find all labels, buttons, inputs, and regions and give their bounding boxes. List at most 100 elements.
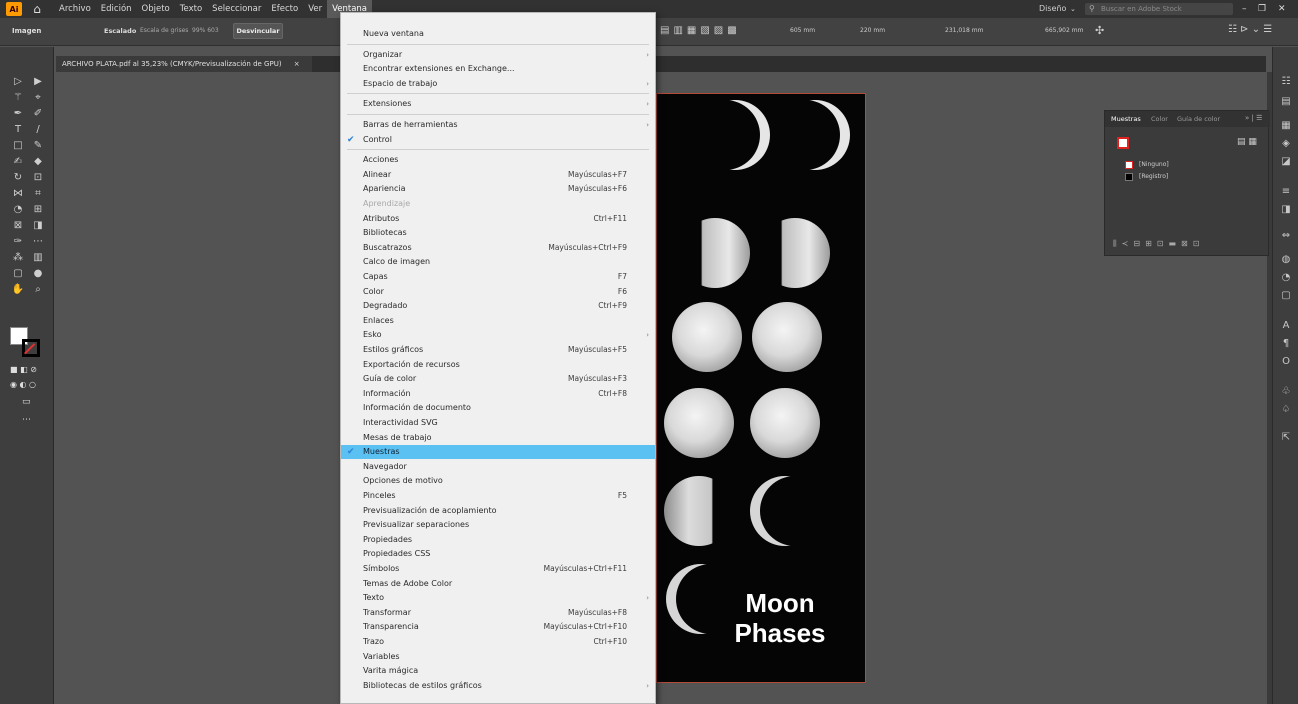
menu-item[interactable]: Transformar Mayúsculas+F8 <box>341 606 655 620</box>
fill-stroke-preview[interactable] <box>1117 137 1129 149</box>
menu-item[interactable]: Extensiones › <box>341 97 655 111</box>
workspace-switcher[interactable]: Diseño <box>1039 0 1066 18</box>
menu-item[interactable]: Calco de imagen <box>341 255 655 269</box>
view-toggle-icons[interactable]: ▤ ▦ <box>1237 137 1257 147</box>
menu-item[interactable]: ✔ Muestras <box>341 445 655 460</box>
menu-item[interactable]: Previsualizar separaciones <box>341 518 655 532</box>
menu-edicion[interactable]: Edición <box>96 0 137 18</box>
slice-tool-icon[interactable]: ● <box>28 267 48 280</box>
menu-item[interactable]: Encontrar extensiones en Exchange... <box>341 62 655 76</box>
menu-item[interactable]: Exportación de recursos <box>341 358 655 372</box>
menu-item[interactable]: Variables <box>341 650 655 664</box>
properties-icon[interactable]: ☷ <box>1278 75 1294 89</box>
artboards-icon[interactable]: ▢ <box>1278 289 1294 303</box>
line-tool-icon[interactable]: / <box>28 123 48 136</box>
rectangle-tool-icon[interactable]: □ <box>8 139 28 152</box>
pen-tool-icon[interactable]: ✒ <box>8 107 28 120</box>
type-tool-icon[interactable]: T <box>8 123 28 136</box>
menu-item[interactable]: Barras de herramientas › <box>341 118 655 132</box>
menu-efecto[interactable]: Efecto <box>266 0 303 18</box>
zoom-tool-icon[interactable]: ⌕ <box>28 283 48 296</box>
eraser-tool-icon[interactable]: ◆ <box>28 155 48 168</box>
menu-item[interactable]: Alinear Mayúsculas+F7 <box>341 168 655 182</box>
menu-item[interactable]: Estilos gráficos Mayúsculas+F5 <box>341 343 655 357</box>
menu-item[interactable]: Texto › <box>341 591 655 605</box>
menu-item[interactable]: Degradado Ctrl+F9 <box>341 299 655 313</box>
draw-mode-icons[interactable]: ◉ ◐ ○ <box>10 380 36 389</box>
menu-item[interactable]: Acciones <box>341 153 655 167</box>
restore-icon[interactable]: ❐ <box>1258 0 1266 18</box>
menu-item[interactable]: Mesas de trabajo <box>341 431 655 445</box>
chevron-down-icon[interactable]: ⌄ <box>1070 0 1076 18</box>
menu-item[interactable]: Propiedades <box>341 533 655 547</box>
transparency-icon[interactable]: ◔ <box>1278 271 1294 285</box>
menu-item[interactable]: Información Ctrl+F8 <box>341 387 655 401</box>
eyedropper-tool-icon[interactable]: ✑ <box>8 235 28 248</box>
menu-item[interactable]: Transparencia Mayúsculas+Ctrl+F10 <box>341 620 655 634</box>
tab-color-guide[interactable]: Guía de color <box>1177 115 1220 123</box>
menu-item[interactable]: Trazo Ctrl+F10 <box>341 635 655 649</box>
magic-wand-tool-icon[interactable]: ⚚ <box>8 91 28 104</box>
height-field[interactable]: 665,902 mm <box>1045 27 1083 34</box>
paragraph-icon[interactable]: ¶ <box>1278 337 1294 351</box>
swatch-actions-icons[interactable]: ⫼≺⊟⊞⊡▬⊠⊡ <box>1113 239 1204 249</box>
tab-swatches[interactable]: Muestras <box>1111 115 1141 123</box>
transform-icon[interactable]: ✣ <box>1095 24 1104 37</box>
perspective-tool-icon[interactable]: ⊞ <box>28 203 48 216</box>
menu-item[interactable]: Organizar › <box>341 48 655 62</box>
swatch-none-label[interactable]: [Ninguno] <box>1139 161 1169 168</box>
libraries-icon[interactable]: ▦ <box>1278 119 1294 133</box>
menu-item[interactable]: Guía de color Mayúsculas+F3 <box>341 372 655 386</box>
curvature-tool-icon[interactable]: ✐ <box>28 107 48 120</box>
shaper-tool-icon[interactable]: ✍ <box>8 155 28 168</box>
export-icon[interactable]: ⇱ <box>1278 431 1294 445</box>
menu-item[interactable]: Color F6 <box>341 285 655 299</box>
menu-item[interactable]: Pinceles F5 <box>341 489 655 503</box>
mesh-tool-icon[interactable]: ⊠ <box>8 219 28 232</box>
document-tab[interactable]: ARCHIVO PLATA.pdf al 35,23% (CMYK/Previs… <box>56 56 312 72</box>
free-transform-tool-icon[interactable]: ⌗ <box>28 187 48 200</box>
scale-tool-icon[interactable]: ⊡ <box>28 171 48 184</box>
character-icon[interactable]: A <box>1278 319 1294 333</box>
menu-item[interactable]: Enlaces <box>341 314 655 328</box>
menu-item[interactable]: Varita mágica <box>341 664 655 678</box>
rotate-tool-icon[interactable]: ↻ <box>8 171 28 184</box>
width-tool-icon[interactable]: ⋈ <box>8 187 28 200</box>
panel-menu-icon[interactable]: » | ☰ <box>1245 114 1262 122</box>
menu-item[interactable]: Temas de Adobe Color <box>341 577 655 591</box>
menu-item[interactable]: Navegador <box>341 460 655 474</box>
close-icon[interactable]: ✕ <box>1278 0 1286 18</box>
registration-swatch[interactable] <box>1125 173 1133 181</box>
close-tab-icon[interactable]: × <box>294 60 300 68</box>
graphic-styles-icon[interactable]: ♤ <box>1278 403 1294 417</box>
menu-item[interactable]: ✔ Control <box>341 133 655 147</box>
menu-item[interactable]: Esko › <box>341 328 655 342</box>
y-field[interactable]: 220 mm <box>860 27 885 34</box>
stock-search-input[interactable]: Buscar en Adobe Stock <box>1085 3 1233 15</box>
unlink-button[interactable]: Desvincular <box>233 23 283 39</box>
symbol-sprayer-tool-icon[interactable]: ⁂ <box>8 251 28 264</box>
color-icon[interactable]: ◈ <box>1278 137 1294 151</box>
width-field[interactable]: 231,018 mm <box>945 27 983 34</box>
layers-icon[interactable]: ▤ <box>1278 95 1294 109</box>
menu-item[interactable]: Interactividad SVG <box>341 416 655 430</box>
opentype-icon[interactable]: O <box>1278 355 1294 369</box>
home-icon[interactable]: ⌂ <box>30 2 44 16</box>
gradient-icon[interactable]: ◨ <box>1278 203 1294 217</box>
menu-item[interactable]: Previsualización de acoplamiento <box>341 504 655 518</box>
menu-item[interactable]: Buscatrazos Mayúsculas+Ctrl+F9 <box>341 241 655 255</box>
menu-item[interactable]: Capas F7 <box>341 270 655 284</box>
menu-item[interactable]: Bibliotecas de estilos gráficos › <box>341 679 655 693</box>
gradient-tool-icon[interactable]: ◨ <box>28 219 48 232</box>
shape-builder-tool-icon[interactable]: ◔ <box>8 203 28 216</box>
menu-item[interactable]: Propiedades CSS <box>341 547 655 561</box>
graph-tool-icon[interactable]: ▥ <box>28 251 48 264</box>
menu-item[interactable]: Símbolos Mayúsculas+Ctrl+F11 <box>341 562 655 576</box>
menu-item[interactable]: Apariencia Mayúsculas+F6 <box>341 182 655 196</box>
menu-seleccionar[interactable]: Seleccionar <box>207 0 266 18</box>
symbols-icon[interactable]: ♧ <box>1278 385 1294 399</box>
menu-archivo[interactable]: Archivo <box>54 0 96 18</box>
more-tools-icon[interactable]: ⋯ <box>22 415 31 425</box>
menu-objeto[interactable]: Objeto <box>137 0 175 18</box>
color-mode-icons[interactable]: ■ ◧ ⊘ <box>10 365 37 374</box>
